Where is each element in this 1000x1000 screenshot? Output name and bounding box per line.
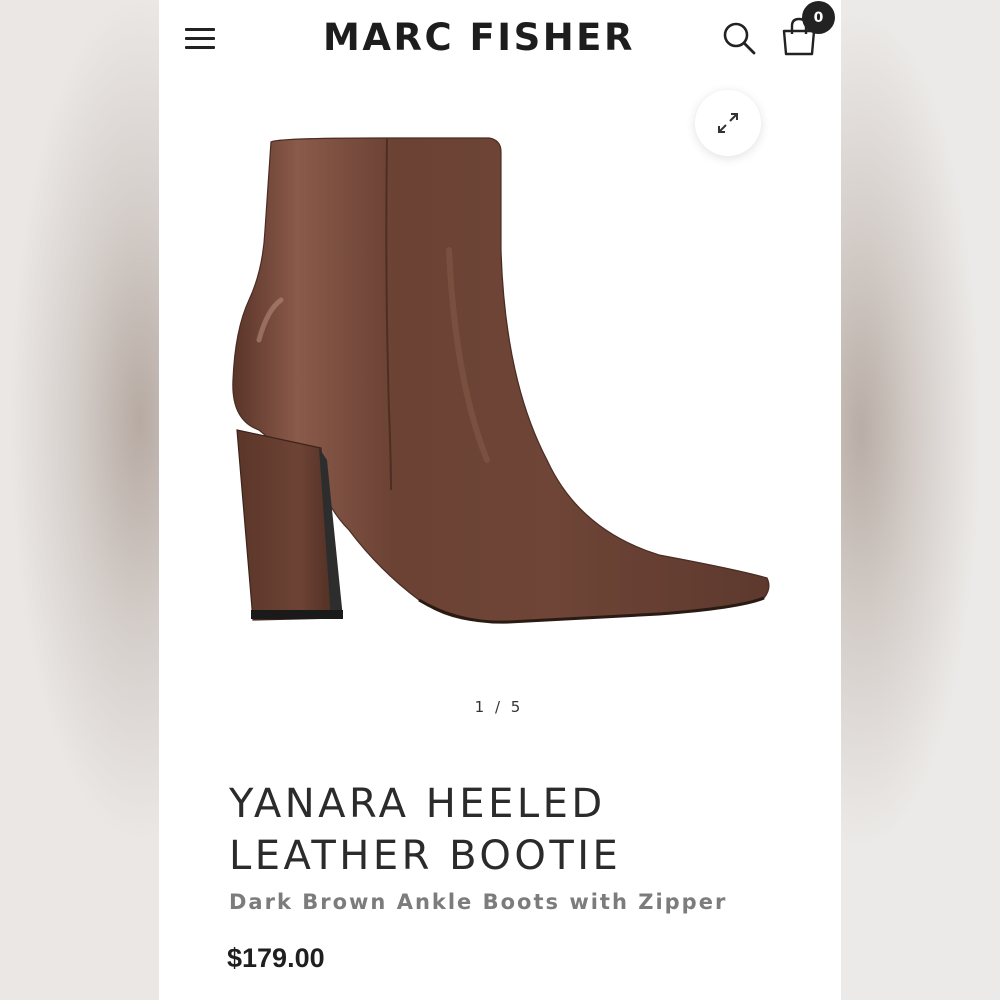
search-icon[interactable] [721, 20, 757, 56]
image-pager: 1 / 5 [474, 698, 524, 716]
background-left [0, 0, 159, 1000]
product-page: MARC FISHER 0 1 / 5 YANARA HEELED LEATHE… [159, 0, 841, 1000]
product-title: YANARA HEELED LEATHER BOOTIE [229, 778, 809, 882]
product-title-line2: LEATHER BOOTIE [229, 833, 622, 879]
expand-icon[interactable] [695, 90, 761, 156]
product-price: $179.00 [227, 943, 325, 973]
cart-count-badge[interactable]: 0 [802, 1, 835, 34]
product-title-line1: YANARA HEELED [229, 781, 606, 827]
site-header: MARC FISHER 0 [159, 0, 841, 80]
hamburger-menu-icon[interactable] [183, 24, 217, 52]
product-subtitle: Dark Brown Ankle Boots with Zipper [229, 890, 728, 914]
background-right [841, 0, 1000, 1000]
brand-logo[interactable]: MARC FISHER [269, 16, 689, 59]
product-gallery[interactable]: 1 / 5 [159, 80, 841, 730]
product-image[interactable] [219, 130, 779, 640]
